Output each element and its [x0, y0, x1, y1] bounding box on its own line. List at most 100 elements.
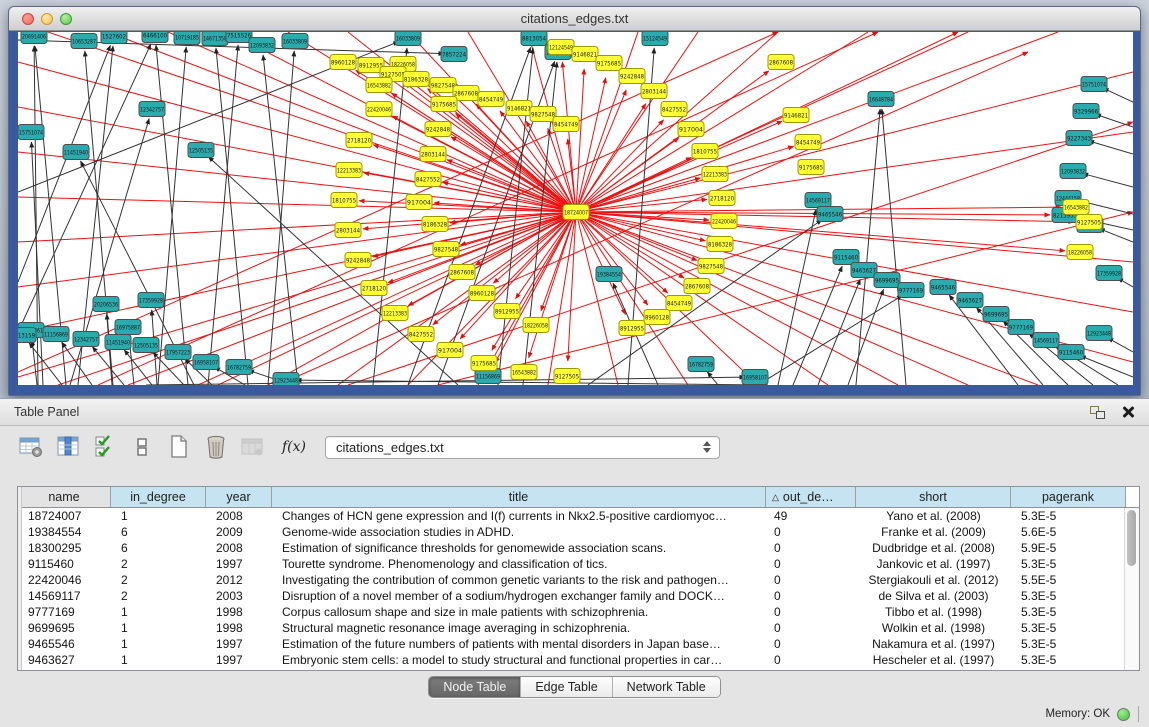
graph-node[interactable]: 16033809: [282, 34, 308, 49]
graph-node[interactable]: 14569117: [1033, 333, 1059, 348]
graph-node[interactable]: 9115460: [1058, 345, 1084, 360]
graph-node[interactable]: 9242848: [619, 69, 645, 84]
graph-node[interactable]: 917004: [437, 343, 463, 358]
function-builder-button[interactable]: f(x): [279, 432, 309, 462]
graph-node[interactable]: 16958107: [742, 370, 768, 385]
graph-node[interactable]: 12093832: [1060, 164, 1086, 179]
column-header-6[interactable]: pagerank: [1011, 487, 1126, 507]
graph-node[interactable]: 8912955: [619, 321, 645, 336]
graph-node[interactable]: 16033809: [395, 32, 421, 46]
network-canvas[interactable]: 20691406 10653287 1527602 6466100 10719185 14…: [18, 32, 1133, 385]
network-canvas-holder[interactable]: 20691406 10653287 1527602 6466100 10719185 14…: [18, 32, 1133, 385]
graph-node[interactable]: 9465546: [930, 280, 956, 295]
column-header-5[interactable]: short: [856, 487, 1011, 507]
table-row[interactable]: 2242004622012Investigating the contribut…: [18, 572, 1139, 588]
graph-node[interactable]: 9465546: [817, 207, 843, 222]
table-settings-button[interactable]: [16, 432, 46, 462]
row-height-button[interactable]: [127, 432, 157, 462]
graph-node[interactable]: 9827548: [433, 242, 459, 257]
show-column-button[interactable]: [53, 432, 83, 462]
graph-node[interactable]: 20691406: [21, 32, 47, 44]
graph-node[interactable]: 9777169: [1008, 320, 1034, 335]
graph-node[interactable]: 16782759: [226, 360, 252, 375]
window-titlebar[interactable]: citations_edges.txt: [9, 7, 1140, 31]
graph-node[interactable]: 10653287: [71, 34, 97, 49]
graph-node[interactable]: 12213383: [702, 167, 728, 182]
graph-node[interactable]: 8186328: [403, 72, 429, 87]
graph-node[interactable]: 18724007: [563, 205, 589, 220]
graph-node[interactable]: 2867608: [449, 265, 475, 280]
minimize-window-icon[interactable]: [41, 13, 53, 25]
graph-node[interactable]: 11451940: [63, 145, 89, 160]
graph-node[interactable]: 2867608: [768, 55, 794, 70]
graph-node[interactable]: 11451940: [105, 335, 131, 350]
graph-node[interactable]: 9827548: [530, 107, 556, 122]
graph-node[interactable]: 16543882: [511, 365, 537, 380]
graph-node[interactable]: 14569117: [805, 193, 831, 208]
graph-node[interactable]: 9127505: [1076, 215, 1102, 230]
graph-node[interactable]: 8960128: [644, 310, 670, 325]
graph-node[interactable]: 12505135: [133, 338, 159, 353]
graph-node[interactable]: 7857224: [441, 47, 467, 62]
table-row[interactable]: 1872400712008Changes of HCN gene express…: [18, 508, 1139, 524]
delete-column-button[interactable]: [201, 432, 231, 462]
graph-node[interactable]: 15751074: [1081, 77, 1107, 92]
graph-node[interactable]: 16543882: [366, 78, 392, 93]
tab-node-table[interactable]: Node Table: [429, 677, 521, 697]
graph-node[interactable]: 8912955: [494, 304, 520, 319]
graph-node[interactable]: 12213383: [336, 163, 362, 178]
graph-node[interactable]: 9146821: [783, 108, 809, 123]
network-selector-dropdown[interactable]: citations_edges.txt: [325, 436, 720, 459]
tab-network-table[interactable]: Network Table: [613, 677, 720, 697]
close-panel-icon[interactable]: [1121, 405, 1135, 419]
graph-node[interactable]: 12093832: [249, 38, 275, 53]
graph-node[interactable]: 12213383: [382, 306, 408, 321]
column-header-0[interactable]: name: [18, 487, 111, 507]
graph-node[interactable]: 8186328: [707, 237, 733, 252]
graph-node[interactable]: 8960128: [330, 55, 356, 70]
graph-node[interactable]: 22420046: [366, 102, 392, 117]
graph-node[interactable]: 12923448: [1086, 326, 1112, 341]
graph-node[interactable]: 12923448: [273, 373, 299, 386]
graph-node[interactable]: 22420046: [711, 214, 737, 229]
table-row[interactable]: 1456911722003Disruption of a novel membe…: [18, 588, 1139, 604]
graph-node[interactable]: 6466100: [142, 32, 168, 43]
graph-node[interactable]: 8454749: [795, 135, 821, 150]
graph-node[interactable]: 11156869: [43, 327, 69, 342]
graph-node[interactable]: 9699695: [874, 273, 900, 288]
graph-node[interactable]: 12505135: [188, 143, 214, 158]
graph-node[interactable]: 9175685: [798, 160, 824, 175]
graph-node[interactable]: 9175685: [471, 356, 497, 371]
graph-node[interactable]: 8454749: [478, 92, 504, 107]
graph-node[interactable]: 19384554: [596, 267, 622, 282]
graph-node[interactable]: 9227343: [1066, 131, 1092, 146]
table-row[interactable]: 1830029562008Estimation of significance …: [18, 540, 1139, 556]
graph-node[interactable]: 8186328: [422, 217, 448, 232]
graph-node[interactable]: 2803144: [335, 223, 361, 238]
graph-node[interactable]: 1810755: [331, 193, 357, 208]
graph-node[interactable]: 2718120: [361, 281, 387, 296]
graph-node[interactable]: 15124549: [642, 32, 668, 46]
graph-node[interactable]: 7515526: [226, 32, 252, 43]
graph-node[interactable]: 16543882: [1063, 200, 1089, 215]
graph-node[interactable]: 2803144: [420, 147, 446, 162]
graph-node[interactable]: 16975887: [115, 320, 141, 335]
table-row[interactable]: 946554611997Estimation of the future num…: [18, 636, 1139, 652]
graph-node[interactable]: 9146821: [506, 101, 532, 116]
graph-node[interactable]: 16958107: [193, 355, 219, 370]
tab-edge-table[interactable]: Edge Table: [521, 677, 612, 697]
graph-node[interactable]: 18226058: [523, 318, 549, 333]
graph-node[interactable]: 9699695: [983, 307, 1009, 322]
scrollbar-thumb[interactable]: [1127, 510, 1136, 566]
graph-node[interactable]: 1527602: [101, 32, 127, 44]
graph-node[interactable]: 9175685: [596, 56, 622, 71]
graph-node[interactable]: 2718120: [709, 191, 735, 206]
graph-node[interactable]: 10719185: [174, 32, 200, 45]
select-all-button[interactable]: [90, 432, 120, 462]
graph-node[interactable]: 17957223: [165, 345, 191, 360]
graph-node[interactable]: 9463627: [957, 293, 983, 308]
graph-node[interactable]: 1810755: [692, 144, 718, 159]
graph-node[interactable]: 12124549: [548, 40, 574, 55]
graph-node[interactable]: 8454749: [666, 296, 692, 311]
graph-node[interactable]: 8427552: [661, 102, 687, 117]
